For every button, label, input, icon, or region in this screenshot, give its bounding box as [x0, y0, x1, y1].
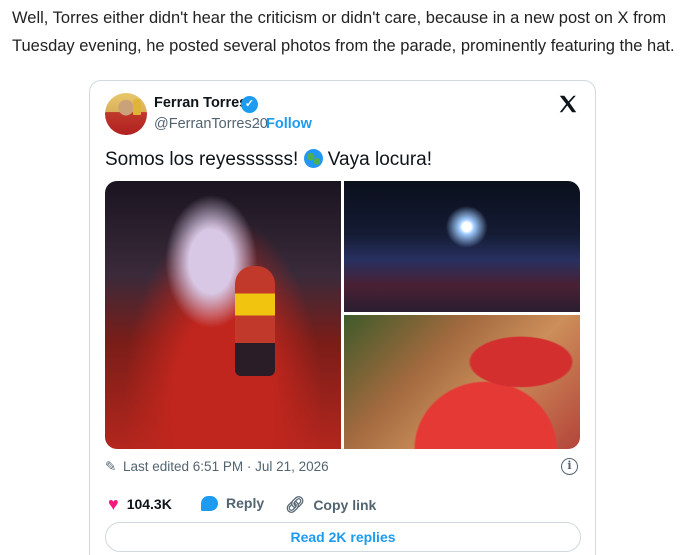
author-handle[interactable]: @FerranTorres20 [154, 116, 268, 132]
reply-label: Reply [226, 495, 265, 511]
author-name[interactable]: Ferran Torres [154, 95, 247, 111]
tweet-text-part-1: Somos los reyessssss! [105, 149, 299, 170]
follow-button[interactable]: Follow [266, 116, 312, 132]
tweet-text: Somos los reyessssss! Vaya locura! [105, 149, 432, 171]
globe-emoji-icon [303, 149, 323, 168]
like-count: 104.3K [126, 496, 172, 512]
separator-dot: · [256, 116, 261, 132]
parade-photo-1[interactable] [105, 181, 341, 449]
article-paragraph: Well, Torres either didn't hear the crit… [12, 9, 675, 55]
tweet-actions: ♥ 104.3K Reply 🔗︎ Copy link [105, 495, 575, 517]
embedded-tweet-card[interactable]: Ferran Torres ✓ @FerranTorres20 · Follow… [89, 80, 596, 555]
info-icon[interactable]: i [561, 458, 578, 475]
player-figure [235, 266, 275, 376]
reply-button[interactable]: Reply [201, 495, 264, 511]
trophy-icon [133, 99, 141, 115]
edited-timestamp[interactable]: ✎ Last edited 6:51 PM · Jul 21, 2026 [105, 459, 329, 475]
heart-icon: ♥ [108, 494, 119, 514]
like-button[interactable]: ♥ 104.3K [108, 495, 172, 513]
edited-text[interactable]: Last edited 6:51 PM · Jul 21, 2026 [123, 459, 329, 474]
x-logo-icon[interactable] [557, 93, 579, 115]
copy-link-button[interactable]: 🔗︎ Copy link [285, 495, 376, 515]
pencil-icon: ✎ [105, 459, 117, 474]
link-icon: 🔗︎ [285, 497, 306, 514]
speech-bubble-icon [201, 495, 218, 511]
tweet-text-part-2: Vaya locura! [327, 149, 432, 170]
tweet-media-grid[interactable] [105, 181, 580, 449]
avatar[interactable] [105, 93, 147, 135]
parade-photo-3[interactable] [344, 315, 580, 449]
parade-photo-2[interactable] [344, 181, 580, 312]
read-replies-button[interactable]: Read 2K replies [105, 522, 581, 552]
copy-link-label: Copy link [313, 497, 377, 513]
verified-badge-icon: ✓ [241, 96, 258, 113]
